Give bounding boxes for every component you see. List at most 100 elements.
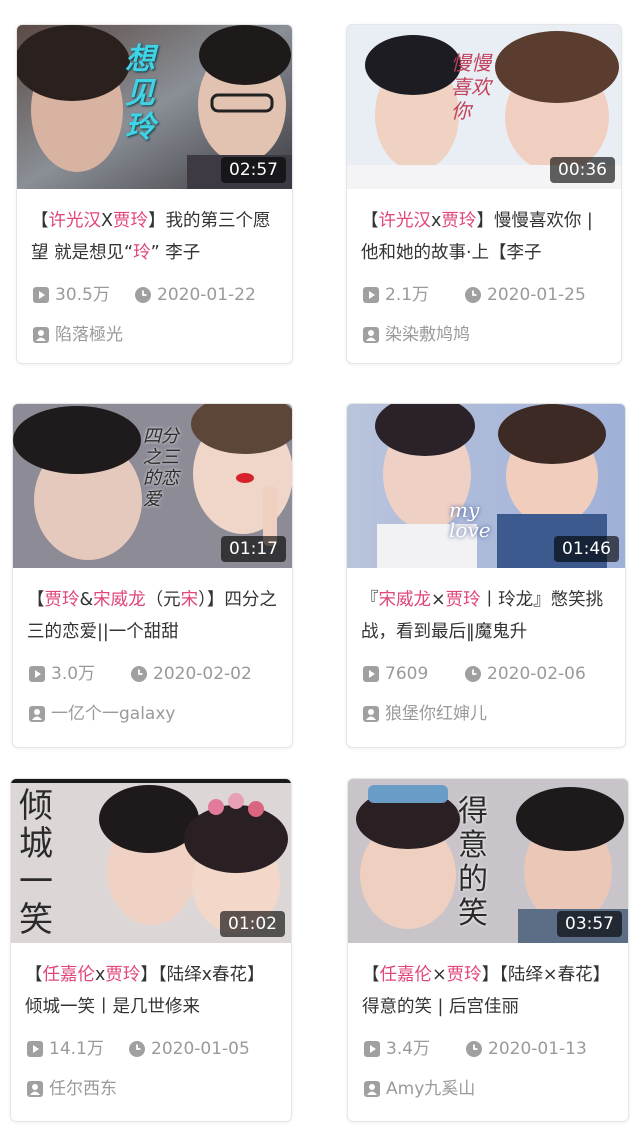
- clock-icon: [131, 666, 147, 682]
- clock-icon: [129, 1041, 145, 1057]
- video-title[interactable]: 【贾玲&宋威龙（元宋）】四分之三的恋爱||一个甜甜: [27, 584, 282, 648]
- title-highlight: 贾玲: [446, 965, 482, 985]
- video-title[interactable]: 【许光汉X贾玲】我的第三个愿望 就是想见“玲” 李子: [31, 205, 282, 269]
- uploader-name: 陷落極光: [55, 325, 123, 345]
- thumbnail-overlay-text: 想见玲: [125, 42, 155, 145]
- uploader-icon: [364, 1081, 380, 1097]
- uploader-name: 一亿个一galaxy: [51, 704, 176, 724]
- uploader-icon: [363, 327, 379, 343]
- title-text: 【: [362, 965, 380, 985]
- video-title[interactable]: 【许光汉x贾玲】慢慢喜欢你 | 他和她的故事·上【李子: [361, 205, 611, 269]
- upload-date: 2020-01-22: [157, 285, 256, 305]
- upload-date: 2020-01-05: [151, 1039, 250, 1059]
- thumbnail-overlay-text: my love: [449, 498, 491, 542]
- video-thumbnail[interactable]: 慢慢喜欢你 00:36: [347, 25, 621, 189]
- video-card[interactable]: 得意的笑 03:57 【任嘉伦×贾玲】【陆绎×春花】得意的笑 | 后宫佳丽 3.…: [347, 778, 629, 1122]
- play-count-icon: [363, 287, 379, 303]
- uploader[interactable]: 狼堡你红婶儿: [363, 702, 619, 726]
- title-highlight: 玲: [133, 243, 151, 263]
- view-count: 3.4万: [386, 1039, 431, 1059]
- video-card[interactable]: 想见玲 02:57 【许光汉X贾玲】我的第三个愿望 就是想见“玲” 李子 30.…: [16, 24, 293, 364]
- thumbnail-overlay-text: 慢慢喜欢你: [451, 51, 491, 123]
- video-meta: 2.1万 2020-01-25: [363, 283, 615, 307]
- title-highlight: 贾玲: [441, 211, 477, 231]
- video-meta: 14.1万 2020-01-05: [27, 1037, 285, 1061]
- video-card[interactable]: 慢慢喜欢你 00:36 【许光汉x贾玲】慢慢喜欢你 | 他和她的故事·上【李子 …: [346, 24, 622, 364]
- uploader[interactable]: 染染敷鸠鸠: [363, 323, 615, 347]
- video-thumbnail[interactable]: 四分之三的恋爱 01:17: [13, 404, 292, 568]
- uploader-icon: [29, 706, 45, 722]
- uploader[interactable]: Amy九奚山: [364, 1077, 622, 1101]
- video-card[interactable]: 四分之三的恋爱 01:17 【贾玲&宋威龙（元宋）】四分之三的恋爱||一个甜甜 …: [12, 403, 293, 748]
- video-duration: 02:57: [221, 157, 286, 183]
- view-count: 7609: [385, 664, 429, 684]
- uploader-icon: [33, 327, 49, 343]
- uploader[interactable]: 一亿个一galaxy: [29, 702, 286, 726]
- video-duration: 01:46: [554, 536, 619, 562]
- video-thumbnail[interactable]: my love 01:46: [347, 404, 625, 568]
- video-duration: 00:36: [550, 157, 615, 183]
- title-text: x: [431, 211, 442, 231]
- title-text: （元: [145, 590, 181, 610]
- title-highlight: 贾玲: [113, 211, 148, 231]
- video-card[interactable]: 倾城一笑 01:02 【任嘉伦x贾玲】【陆绎x春花】倾城一笑丨是几世修来 14.…: [10, 778, 292, 1122]
- video-thumbnail[interactable]: 想见玲 02:57: [17, 25, 292, 189]
- title-text: ×: [431, 590, 446, 610]
- clock-icon: [466, 1041, 482, 1057]
- play-count-icon: [363, 666, 379, 682]
- clock-icon: [135, 287, 151, 303]
- uploader-icon: [363, 706, 379, 722]
- title-text: 【: [31, 211, 49, 231]
- title-highlight: 任嘉伦: [379, 965, 433, 985]
- thumbnail-overlay-text: 得意的笑: [458, 794, 488, 931]
- play-count-icon: [33, 287, 49, 303]
- upload-date: 2020-01-25: [487, 285, 586, 305]
- video-thumbnail[interactable]: 倾城一笑 01:02: [11, 779, 291, 943]
- upload-date: 2020-02-02: [153, 664, 252, 684]
- clock-icon: [465, 287, 481, 303]
- uploader[interactable]: 陷落極光: [33, 323, 286, 347]
- video-meta: 3.0万 2020-02-02: [29, 662, 286, 686]
- uploader[interactable]: 任尔西东: [27, 1077, 285, 1101]
- title-text: ” 李子: [150, 243, 201, 263]
- clock-icon: [465, 666, 481, 682]
- title-text: ×: [432, 965, 447, 985]
- title-highlight: 贾玲: [445, 590, 481, 610]
- view-count: 14.1万: [49, 1039, 104, 1059]
- thumbnail-overlay-text: 倾城一笑: [19, 786, 53, 940]
- video-duration: 01:02: [220, 911, 285, 937]
- title-highlight: 许光汉: [378, 211, 432, 231]
- title-highlight: 宋: [180, 590, 199, 610]
- play-count-icon: [27, 1041, 43, 1057]
- view-count: 2.1万: [385, 285, 430, 305]
- title-highlight: 许光汉: [48, 211, 102, 231]
- video-meta: 7609 2020-02-06: [363, 662, 619, 686]
- view-count: 30.5万: [55, 285, 110, 305]
- title-highlight: 宋威龙: [93, 590, 146, 610]
- title-text: x: [95, 965, 106, 985]
- video-title[interactable]: 【任嘉伦×贾玲】【陆绎×春花】得意的笑 | 后宫佳丽: [362, 959, 618, 1023]
- title-text: 【: [25, 965, 43, 985]
- video-duration: 03:57: [557, 911, 622, 937]
- title-text: 【: [27, 590, 45, 610]
- play-count-icon: [29, 666, 45, 682]
- title-highlight: 宋威龙: [378, 590, 432, 610]
- uploader-name: 狼堡你红婶儿: [385, 704, 487, 724]
- title-text: 【: [361, 211, 379, 231]
- view-count: 3.0万: [51, 664, 96, 684]
- video-duration: 01:17: [221, 536, 286, 562]
- title-highlight: 贾玲: [105, 965, 141, 985]
- video-thumbnail[interactable]: 得意的笑 03:57: [348, 779, 628, 943]
- uploader-name: Amy九奚山: [386, 1079, 476, 1099]
- upload-date: 2020-02-06: [487, 664, 586, 684]
- video-meta: 3.4万 2020-01-13: [364, 1037, 622, 1061]
- title-highlight: 贾玲: [44, 590, 80, 610]
- uploader-icon: [27, 1081, 43, 1097]
- video-title[interactable]: 【任嘉伦x贾玲】【陆绎x春花】倾城一笑丨是几世修来: [25, 959, 281, 1023]
- video-card[interactable]: my love 01:46 『宋威龙×贾玲丨玲龙』憋笑挑战，看到最后‖魔鬼升 7…: [346, 403, 626, 748]
- upload-date: 2020-01-13: [488, 1039, 587, 1059]
- title-text: 『: [361, 590, 379, 610]
- uploader-name: 任尔西东: [49, 1079, 117, 1099]
- video-title[interactable]: 『宋威龙×贾玲丨玲龙』憋笑挑战，看到最后‖魔鬼升: [361, 584, 615, 648]
- title-highlight: 任嘉伦: [42, 965, 96, 985]
